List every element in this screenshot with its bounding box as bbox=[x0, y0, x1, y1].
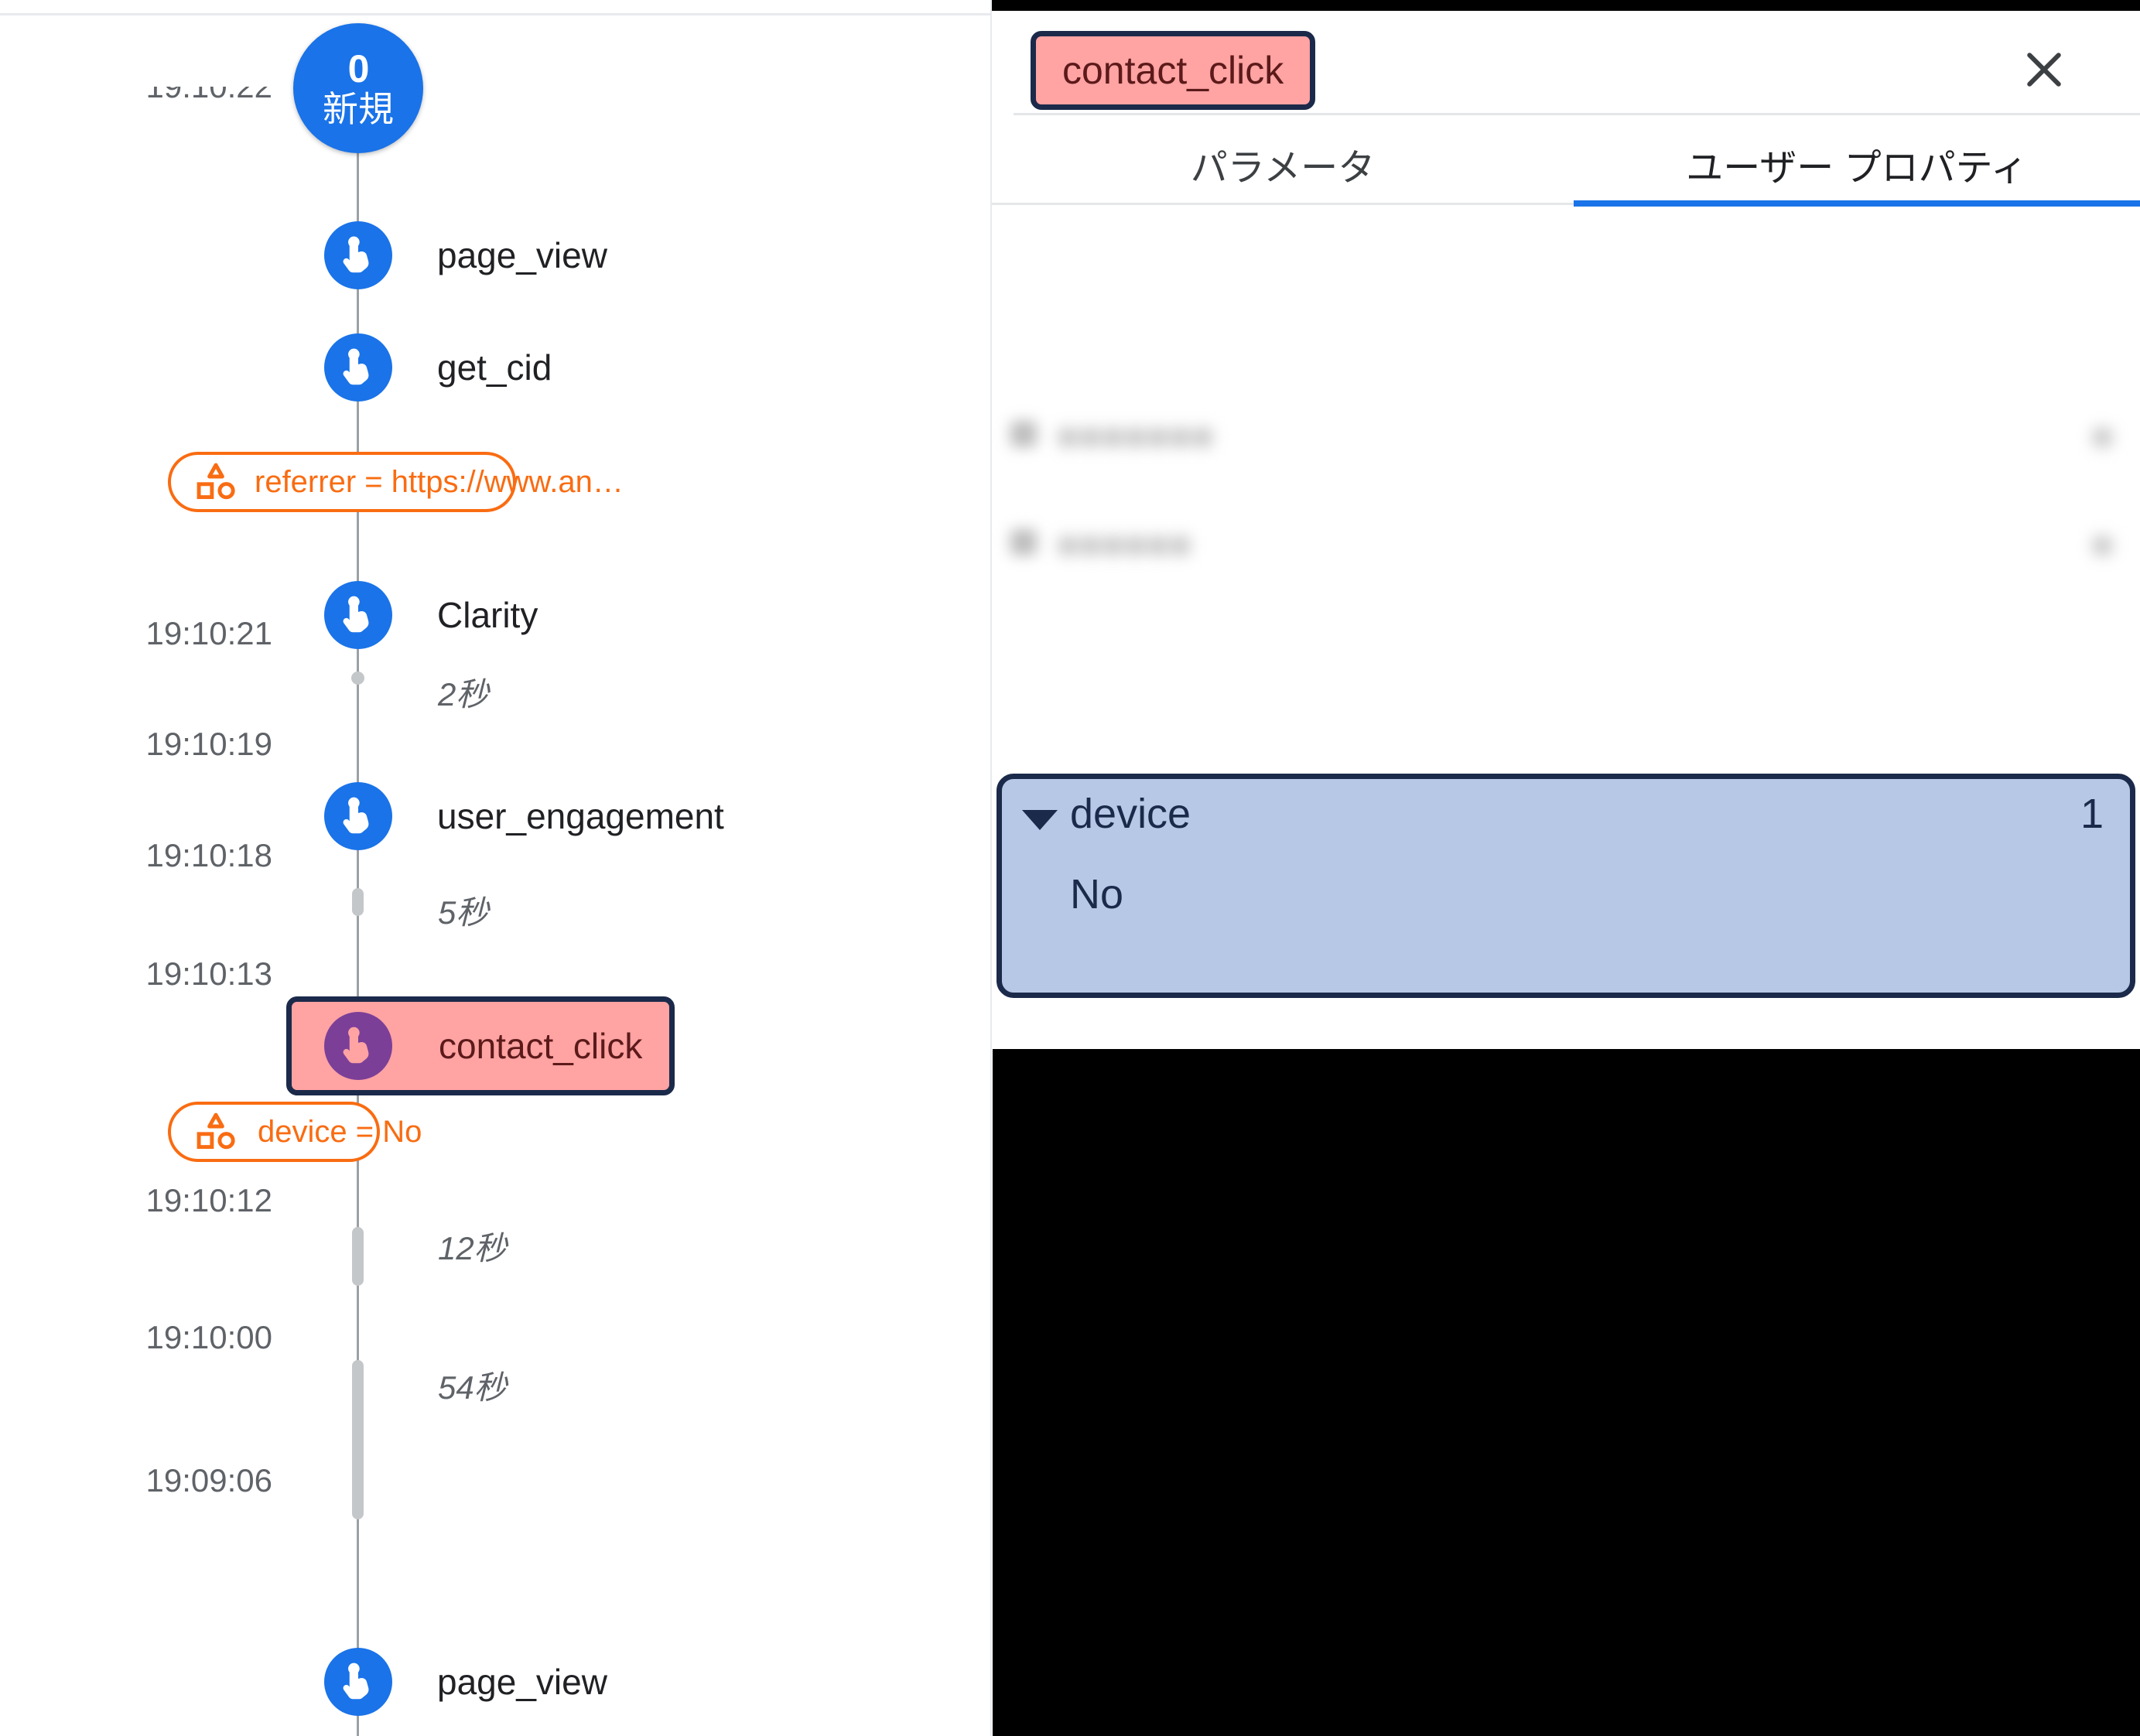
selected-event-pill[interactable]: contact_click bbox=[1031, 31, 1316, 110]
property-name: ●●●●●● bbox=[1057, 524, 1191, 565]
gap-duration-label: 12秒 bbox=[438, 1230, 507, 1266]
gap-duration-label: 2秒 bbox=[438, 676, 489, 713]
touch-icon bbox=[324, 1648, 392, 1716]
tab-parameters[interactable]: パラメータ bbox=[992, 124, 1574, 204]
caret-right-icon bbox=[1010, 529, 1037, 555]
property-row-redacted[interactable]: ●●●●●● ● bbox=[992, 495, 2140, 596]
timeline-event-clarity[interactable]: Clarity bbox=[0, 576, 992, 654]
timeline-event-get-cid[interactable]: get_cid bbox=[0, 329, 992, 406]
chip-label: referrer = https://www.an… bbox=[255, 464, 624, 499]
event-label: Clarity bbox=[437, 595, 538, 635]
event-label: contact_click bbox=[439, 1026, 643, 1066]
event-timeline-panel: 0 新規 19:10:22 19:10:21 19:10:19 19:10:18… bbox=[0, 0, 992, 1736]
timeline-event-page-view[interactable]: page_view bbox=[0, 217, 992, 294]
property-name: device bbox=[1070, 791, 1191, 837]
touch-icon bbox=[324, 782, 392, 850]
event-label: page_view bbox=[437, 1662, 607, 1702]
event-label: page_view bbox=[437, 235, 607, 275]
parameter-chip-device[interactable]: device = No bbox=[168, 1102, 422, 1162]
property-count: 1 bbox=[2080, 791, 2104, 837]
top-black-band bbox=[992, 0, 2140, 11]
shapes-icon bbox=[193, 459, 239, 505]
parameter-chip-referrer[interactable]: referrer = https://www.an… bbox=[168, 452, 624, 512]
close-icon[interactable] bbox=[2015, 40, 2073, 99]
property-group-device-selected[interactable]: device 1 No bbox=[997, 774, 2135, 998]
property-count: ● bbox=[2091, 524, 2114, 565]
new-user-badge[interactable]: 0 新規 bbox=[293, 23, 423, 153]
touch-icon bbox=[324, 333, 392, 402]
timeline-gap-marker bbox=[352, 1227, 364, 1286]
property-name: ●●●●●●● bbox=[1057, 415, 1214, 456]
event-label: user_engagement bbox=[437, 796, 724, 836]
event-label: get_cid bbox=[437, 347, 552, 388]
touch-icon bbox=[324, 581, 392, 649]
gap-duration-label: 5秒 bbox=[438, 894, 489, 931]
event-detail-panel: contact_click パラメータ ユーザー プロパティ ●●●●●●● ●… bbox=[992, 0, 2140, 1736]
header-divider bbox=[1014, 113, 2140, 115]
chip-label: device = No bbox=[258, 1114, 422, 1149]
new-user-count: 0 bbox=[347, 47, 370, 91]
touch-icon bbox=[324, 1012, 392, 1080]
timestamp: 19:10:19 bbox=[145, 726, 273, 762]
detail-tabs: パラメータ ユーザー プロパティ bbox=[992, 124, 2140, 204]
bottom-black-region bbox=[993, 1049, 2140, 1736]
timeline-gap-marker bbox=[352, 1360, 364, 1519]
tab-user-properties[interactable]: ユーザー プロパティ bbox=[1574, 124, 2140, 204]
timestamp: 19:10:13 bbox=[145, 955, 273, 992]
caret-right-icon bbox=[1010, 421, 1037, 447]
property-value: No bbox=[1070, 871, 1124, 918]
gap-duration-label: 54秒 bbox=[438, 1369, 507, 1406]
timestamp: 19:10:00 bbox=[145, 1319, 273, 1355]
new-user-label: 新規 bbox=[323, 89, 394, 129]
app-root: 0 新規 19:10:22 19:10:21 19:10:19 19:10:18… bbox=[0, 0, 2140, 1736]
timestamp: 19:10:12 bbox=[145, 1182, 273, 1218]
panel-top-divider bbox=[0, 13, 992, 15]
touch-icon bbox=[324, 221, 392, 289]
timeline-gap-marker bbox=[352, 888, 364, 916]
timeline-event-user-engagement[interactable]: user_engagement bbox=[0, 777, 992, 855]
property-count: ● bbox=[2091, 415, 2114, 456]
timestamp: 19:09:06 bbox=[145, 1462, 273, 1498]
timeline-event-contact-click-selected[interactable]: contact_click bbox=[286, 996, 675, 1095]
timeline-gap-marker bbox=[351, 672, 364, 685]
active-tab-indicator bbox=[1574, 200, 2140, 207]
timeline-event-page-view-bottom[interactable]: page_view bbox=[0, 1643, 992, 1721]
shapes-icon bbox=[193, 1109, 239, 1155]
timestamp-clipped: 19:10:22 bbox=[0, 87, 273, 124]
caret-down-icon[interactable] bbox=[1022, 810, 1058, 830]
property-row-redacted[interactable]: ●●●●●●● ● bbox=[992, 387, 2140, 487]
